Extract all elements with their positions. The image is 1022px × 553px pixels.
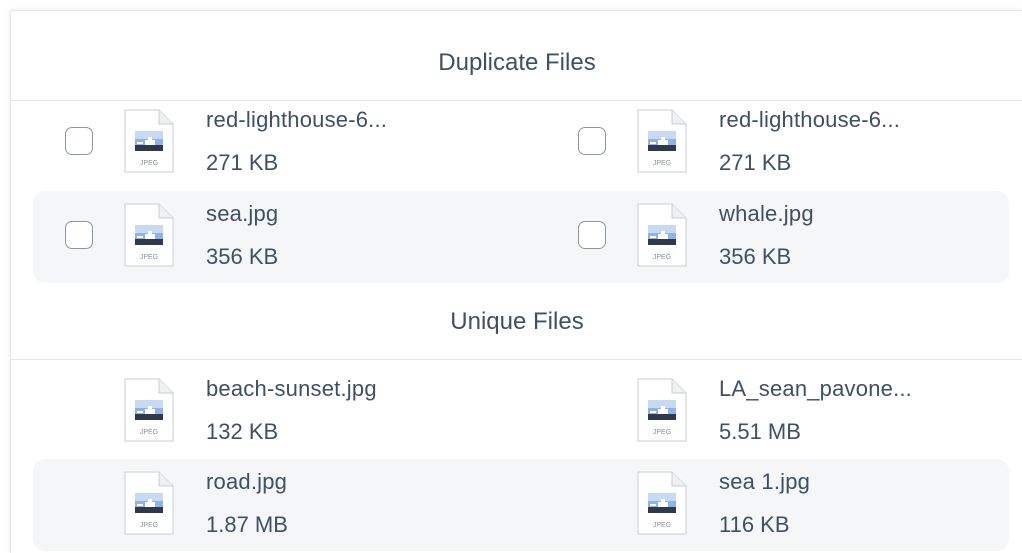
jpeg-file-icon: JPEG bbox=[636, 378, 688, 442]
unique-row: JPEG beach-sunset.jpg 132 KB JPEG LA_sea… bbox=[33, 366, 1009, 458]
file-size: 5.51 MB bbox=[719, 419, 801, 444]
unique-files-heading: Unique Files bbox=[450, 308, 584, 335]
file-item[interactable]: JPEG red-lighthouse-6... 271 KB bbox=[546, 97, 1022, 189]
jpeg-file-icon: JPEG bbox=[636, 471, 688, 535]
file-item[interactable]: JPEG LA_sean_pavone... 5.51 MB bbox=[546, 366, 1022, 458]
file-name: sea.jpg bbox=[206, 201, 279, 226]
file-name: road.jpg bbox=[206, 469, 288, 494]
file-name: LA_sean_pavone... bbox=[719, 376, 912, 401]
file-name: beach-sunset.jpg bbox=[206, 376, 377, 401]
file-name: red-lighthouse-6... bbox=[206, 107, 388, 132]
jpeg-file-icon: JPEG bbox=[123, 378, 175, 442]
jpeg-icon-label: JPEG bbox=[653, 254, 671, 261]
unique-section-divider bbox=[11, 359, 1022, 360]
jpeg-icon-label: JPEG bbox=[140, 522, 158, 529]
file-item[interactable]: JPEG beach-sunset.jpg 132 KB bbox=[33, 366, 513, 458]
file-size: 1.87 MB bbox=[206, 512, 288, 537]
file-size: 116 KB bbox=[719, 512, 790, 537]
file-size: 356 KB bbox=[719, 244, 792, 269]
file-size: 271 KB bbox=[206, 150, 279, 175]
select-checkbox[interactable] bbox=[65, 221, 93, 249]
file-item[interactable]: JPEG sea 1.jpg 116 KB bbox=[546, 459, 1022, 551]
file-size: 271 KB bbox=[719, 150, 792, 175]
file-name: sea 1.jpg bbox=[719, 469, 811, 494]
jpeg-icon-label: JPEG bbox=[140, 160, 158, 167]
file-name: whale.jpg bbox=[719, 201, 814, 226]
jpeg-file-icon: JPEG bbox=[123, 109, 175, 173]
jpeg-icon-label: JPEG bbox=[140, 254, 158, 261]
duplicate-row: JPEG red-lighthouse-6... 271 KB JPEG red… bbox=[33, 97, 1009, 189]
file-item[interactable]: JPEG sea.jpg 356 KB bbox=[33, 191, 513, 283]
file-panel: Duplicate Files JPEG red-lighthouse-6...… bbox=[10, 10, 1022, 553]
jpeg-file-icon: JPEG bbox=[123, 203, 175, 267]
select-checkbox[interactable] bbox=[578, 127, 606, 155]
unique-row: JPEG road.jpg 1.87 MB JPEG sea 1.jpg 116… bbox=[33, 459, 1009, 551]
select-checkbox[interactable] bbox=[578, 221, 606, 249]
jpeg-file-icon: JPEG bbox=[123, 471, 175, 535]
file-item[interactable]: JPEG whale.jpg 356 KB bbox=[546, 191, 1022, 283]
jpeg-icon-label: JPEG bbox=[653, 160, 671, 167]
jpeg-icon-label: JPEG bbox=[653, 429, 671, 436]
file-item[interactable]: JPEG road.jpg 1.87 MB bbox=[33, 459, 513, 551]
duplicate-files-heading: Duplicate Files bbox=[438, 49, 596, 76]
file-size: 356 KB bbox=[206, 244, 279, 269]
jpeg-file-icon: JPEG bbox=[636, 109, 688, 173]
file-size: 132 KB bbox=[206, 419, 279, 444]
jpeg-file-icon: JPEG bbox=[636, 203, 688, 267]
file-item[interactable]: JPEG red-lighthouse-6... 271 KB bbox=[33, 97, 513, 189]
file-name: red-lighthouse-6... bbox=[719, 107, 901, 132]
select-checkbox[interactable] bbox=[65, 127, 93, 155]
jpeg-icon-label: JPEG bbox=[140, 429, 158, 436]
jpeg-icon-label: JPEG bbox=[653, 522, 671, 529]
duplicate-row: JPEG sea.jpg 356 KB JPEG whale.jpg 356 K… bbox=[33, 191, 1009, 283]
